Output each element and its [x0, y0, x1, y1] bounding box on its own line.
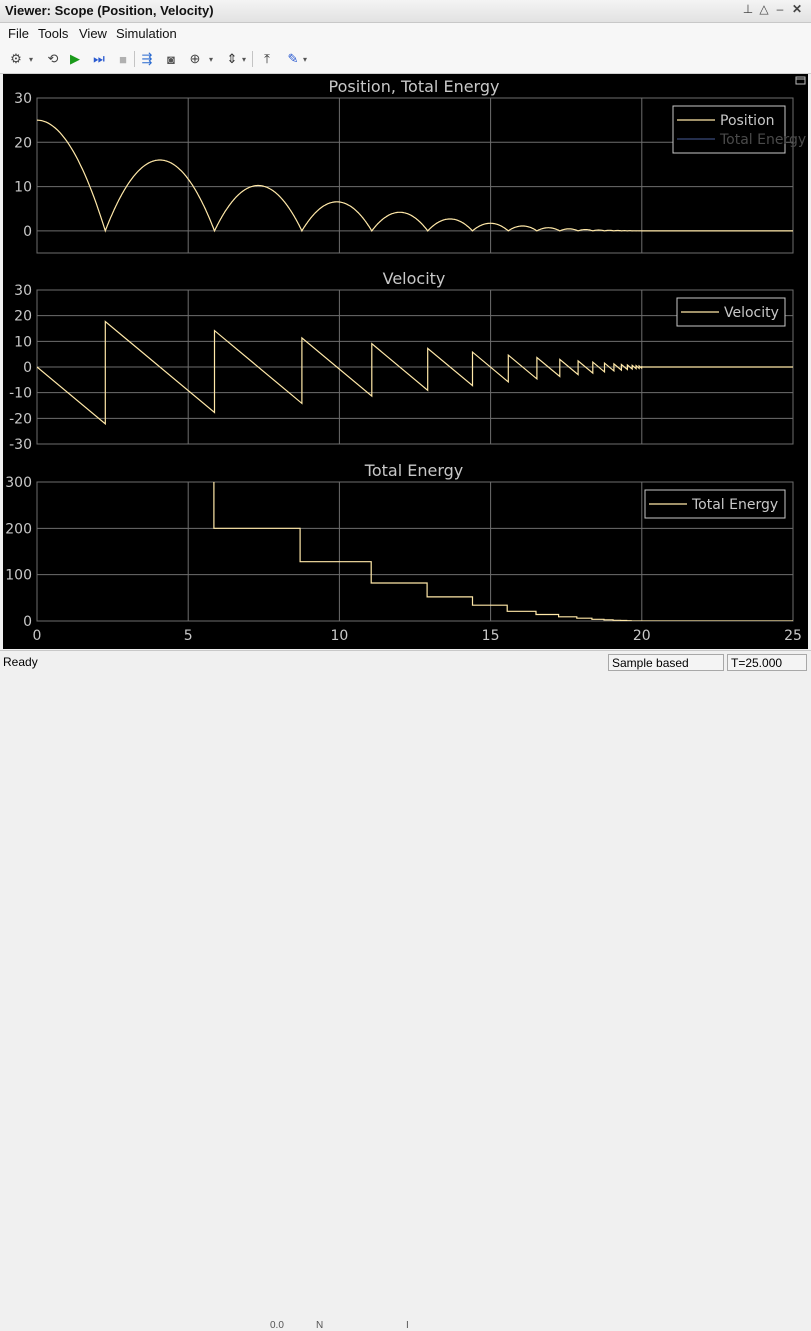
toolbar: ⚙ ▾ ⟲ ▶ ⏭ ■ ⇶ ◙ ⊕ ▾ ⇕ ▾ ⤒ ✎ ▾ — [0, 45, 811, 74]
simulation-time-field: T=25.000 — [727, 654, 807, 671]
pin-icon[interactable]: ⊥ — [741, 2, 755, 16]
x-tick-label: 15 — [482, 628, 500, 644]
scope-axes-2: Total Energy 0 100 200 300 0 5 10 15 20 25 Total En… — [5, 461, 802, 644]
legend: Velocity — [676, 297, 786, 327]
undock-icon[interactable]: △ — [757, 2, 771, 16]
y-tick-label: -30 — [9, 437, 32, 453]
y-tick-label: 20 — [14, 309, 32, 325]
stop-icon[interactable]: ■ — [113, 49, 133, 69]
x-tick-label: 10 — [330, 628, 348, 644]
window-title-bar[interactable]: Viewer: Scope (Position, Velocity) ⊥ △ –… — [0, 0, 811, 23]
axes-undock-icon — [795, 76, 806, 85]
menu-tools[interactable]: Tools — [38, 26, 68, 41]
menu-bar: File Tools View Simulation — [0, 23, 811, 45]
scale-axes-icon[interactable]: ⇕ — [222, 49, 242, 69]
background-text: N — [316, 1320, 324, 1331]
zoom-dropdown-icon[interactable]: ▾ — [207, 49, 215, 69]
legend: Position Total Energy — [672, 105, 806, 154]
y-tick-label: 300 — [5, 475, 32, 491]
x-tick-label: 25 — [784, 628, 802, 644]
axes-title: Position, Total Energy — [329, 77, 500, 96]
measurements-dropdown-icon[interactable]: ▾ — [301, 49, 309, 69]
menu-file[interactable]: File — [8, 26, 29, 41]
menu-simulation[interactable]: Simulation — [116, 26, 177, 41]
y-tick-label: 10 — [14, 180, 32, 196]
menu-view[interactable]: View — [79, 26, 107, 41]
legend-entry: Total Energy — [691, 497, 778, 513]
measurements-icon[interactable]: ✎ — [283, 49, 303, 69]
triggers-icon[interactable]: ⤒ — [257, 49, 277, 69]
y-tick-label: 200 — [5, 521, 32, 537]
scope-axes-1: Velocity -30 -20 -10 0 10 20 30 Velocity — [9, 269, 794, 453]
y-tick-label: 30 — [14, 91, 32, 107]
x-tick-label: 5 — [184, 628, 193, 644]
x-tick-label: 0 — [33, 628, 42, 644]
status-text: Ready — [3, 655, 38, 669]
scope-plot-area: Position, Total Energy 0 10 20 30 Position Tot… — [3, 74, 808, 649]
close-icon[interactable]: ✕ — [790, 2, 804, 16]
background-text: I — [406, 1320, 409, 1331]
axes-title: Velocity — [383, 269, 446, 288]
sample-mode-field: Sample based — [608, 654, 724, 671]
background-text: 0.0 — [270, 1320, 284, 1331]
status-bar: Ready Sample based T=25.000 0.0 N I — [0, 650, 811, 1331]
y-tick-label: 0 — [23, 360, 32, 376]
axes-title: Total Energy — [364, 461, 463, 480]
series-line-velocity — [37, 320, 793, 426]
legend-entry: Total Energy — [719, 132, 806, 148]
axes-undock-icon-box — [795, 76, 806, 85]
snapshot-camera-icon[interactable]: ◙ — [161, 49, 181, 69]
scale-dropdown-icon[interactable]: ▾ — [240, 49, 248, 69]
legend-entry: Position — [720, 113, 775, 129]
y-tick-label: -20 — [9, 411, 32, 427]
y-tick-label: 0 — [23, 614, 32, 630]
zoom-icon[interactable]: ⊕ — [185, 49, 205, 69]
scope-plots-svg: Position, Total Energy 0 10 20 30 Position Tot… — [5, 76, 806, 644]
y-tick-label: 30 — [14, 283, 32, 299]
y-tick-label: 10 — [14, 334, 32, 350]
highlight-simulink-block-icon[interactable]: ⇶ — [137, 49, 157, 69]
y-tick-label: 20 — [14, 135, 32, 151]
toolbar-separator — [134, 51, 135, 67]
settings-dropdown-icon[interactable]: ▾ — [27, 49, 35, 69]
run-icon[interactable]: ▶ — [65, 49, 85, 69]
legend: Total Energy — [644, 489, 786, 519]
y-tick-label: 0 — [23, 224, 32, 240]
minimize-icon[interactable]: – — [773, 2, 787, 16]
step-forward-icon[interactable]: ⏭ — [89, 49, 109, 69]
x-tick-label: 20 — [633, 628, 651, 644]
settings-gear-icon[interactable]: ⚙ — [6, 49, 26, 69]
toolbar-separator — [252, 51, 253, 67]
y-tick-label: -10 — [9, 386, 32, 402]
window-title: Viewer: Scope (Position, Velocity) — [5, 3, 214, 18]
y-tick-label: 100 — [5, 568, 32, 584]
step-back-icon[interactable]: ⟲ — [43, 49, 63, 69]
scope-axes-0: Position, Total Energy 0 10 20 30 Position Tot… — [14, 77, 806, 254]
legend-entry: Velocity — [724, 305, 779, 321]
